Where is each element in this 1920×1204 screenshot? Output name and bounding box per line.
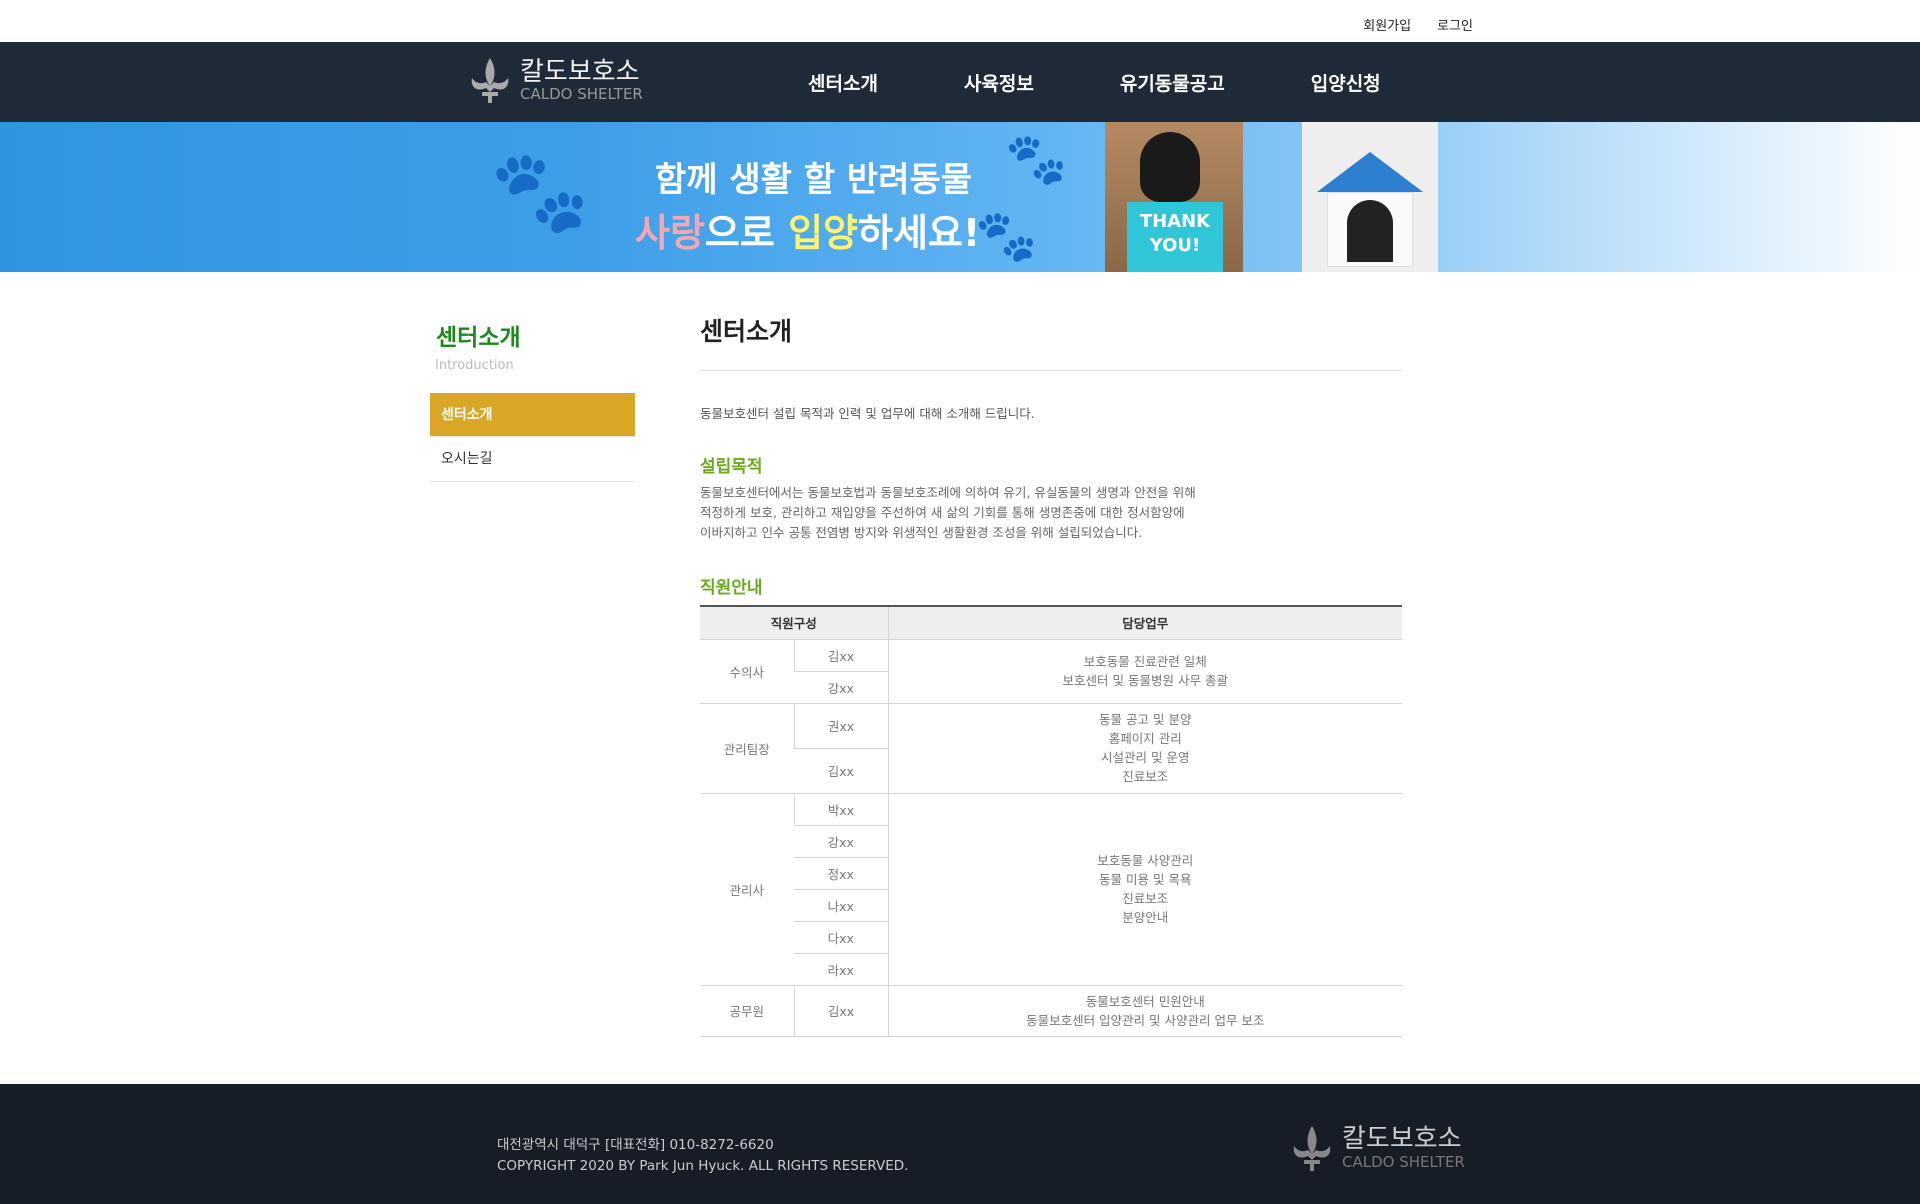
duty-line: 시설관리 및 운영 [1101,750,1190,765]
duty-line: 홈페이지 관리 [1108,731,1182,746]
staff-name: 권xx [793,703,888,749]
staff-name: 라xx [794,953,888,986]
nav-stray-notice[interactable]: 유기동물공고 [1120,69,1225,96]
staff-role: 공무원 [700,985,794,1037]
duty-line: 동물 미용 및 목욕 [1099,872,1192,887]
duty-line: 진료보조 [1122,891,1169,906]
duty-line: 동물 공고 및 분양 [1099,712,1192,727]
page-title: 센터소개 [700,312,1402,371]
sidebar-item-directions[interactable]: 오시는길 [430,437,635,482]
staff-name: 김xx [794,748,888,794]
main-content: 센터소개 동물보호센터 설립 목적과 인력 및 업무에 대해 소개해 드립니다.… [700,312,1402,1037]
footer-copyright: COPYRIGHT 2020 BY Park Jun Hyuck. ALL RI… [497,1158,909,1174]
logo-name-en: CALDO SHELTER [520,85,643,103]
staff-role: 수의사 [700,639,794,704]
duty-line: 동물보호센터 민원안내 [1085,993,1205,1009]
purpose-text: 동물보호센터에서는 동물보호법과 동물보호조례에 의하여 유기, 유실동물의 생… [700,485,1196,540]
staff-duties: 동물 공고 및 분양홈페이지 관리시설관리 및 운영진료보조 [887,703,1402,794]
banner-line2: 사랑으로 입양하세요! [635,211,981,255]
duty-line: 분양안내 [1122,910,1169,925]
fleur-de-lis-icon [471,58,509,103]
staff-role: 관리팀장 [700,703,794,794]
table-row: 수의사 김xx 보호동물 진료관련 일체 보호센터 및 동물병원 사무 총괄 [700,639,1402,704]
staff-name: 강xx [794,671,888,704]
staff-duties: 보호동물 진료관련 일체보호센터 및 동물병원 사무 총괄 [887,639,1402,704]
nav-adoption[interactable]: 입양신청 [1311,69,1381,96]
staff-duties: 보호동물 사양관리동물 미용 및 목욕진료보조분양안내 [887,793,1402,986]
dog-thank-you-photo: THANK YOU! [1105,122,1243,272]
duty-line: 보호동물 진료관련 일체 [1083,654,1207,669]
duty-line: 보호동물 사양관리 [1097,853,1194,868]
staff-name: 나xx [794,889,888,922]
table-row: 공무원 김xx 동물보호센터 민원안내 동물보호센터 입양관리 및 사양관리 업무 보… [700,985,1402,1037]
dog-house-photo [1302,122,1438,272]
header-duties: 담당업무 [887,605,1402,640]
logo[interactable]: 칼도보호소 CALDO SHELTER [468,56,643,104]
main-nav: 칼도보호소 CALDO SHELTER 센터소개 사육정보 유기동물공고 입양신청 [0,42,1920,122]
logo-name-ko: 칼도보호소 [520,57,640,87]
intro-text: 동물보호센터 설립 목적과 인력 및 업무에 대해 소개해 드립니다. [700,406,1035,421]
header-staff: 직원구성 [700,605,888,640]
purpose-heading: 설립목적 [700,457,763,477]
staff-name: 김xx [793,639,888,672]
staff-duties: 동물보호센터 민원안내동물보호센터 입양관리 및 사양관리 업무 보조 [887,985,1402,1037]
staff-name: 김xx [793,985,888,1037]
paw-icon: 🐾 [975,207,1038,265]
staff-name: 정xx [794,857,888,890]
paw-icon: 🐾 [1005,130,1068,188]
paw-icon: 🐾 [490,145,590,238]
duty-line: 동물보호센터 입양관리 및 사양관리 업무 보조 [1026,1012,1265,1028]
duty-line: 진료보조 [1122,769,1169,784]
staff-name: 다xx [794,921,888,954]
login-link[interactable]: 로그인 [1437,15,1473,34]
signup-link[interactable]: 회원가입 [1363,15,1411,34]
banner-line1: 함께 생활 할 반려동물 [655,160,973,200]
duty-line: 보호센터 및 동물병원 사무 총괄 [1062,673,1228,688]
hero-banner: 🐾 함께 생활 할 반려동물 사랑으로 입양하세요! 🐾 🐾 THANK YOU… [0,122,1920,272]
top-bar: 회원가입 로그인 [0,0,1920,42]
footer-address: 대전광역시 대덕구 [대표전화] 010-8272-6620 [497,1137,774,1153]
staff-heading: 직원안내 [700,578,763,598]
table-row: 관리팀장 권xx 동물 공고 및 분양 홈페이지 관리 시설관리 및 운영 진료보조 [700,703,1402,794]
sidebar-item-center-intro[interactable]: 센터소개 [430,393,635,437]
table-row: 관리사 박xx 보호동물 사양관리 동물 미용 및 목욕 진료보조 분양안내 [700,793,1402,986]
sidebar-title: 센터소개 [436,325,521,351]
staff-table: 직원구성 담당업무 수의사 김xx 보호동물 진료관련 일체 보호센터 및 동물병원 … [700,605,1402,1037]
sidebar-subtitle: Introduction [435,358,514,373]
staff-name: 박xx [793,793,888,826]
nav-care-info[interactable]: 사육정보 [964,69,1034,96]
staff-name: 강xx [794,825,888,858]
footer: 대전광역시 대덕구 [대표전화] 010-8272-6620 COPYRIGHT… [0,1084,1920,1204]
footer-logo: 칼도보호소 CALDO SHELTER [1290,1124,1465,1172]
fleur-de-lis-icon [1293,1126,1331,1171]
nav-center-intro[interactable]: 센터소개 [808,69,878,96]
sidebar: 센터소개 Introduction 센터소개 오시는길 [430,318,635,482]
staff-role: 관리사 [700,793,794,986]
